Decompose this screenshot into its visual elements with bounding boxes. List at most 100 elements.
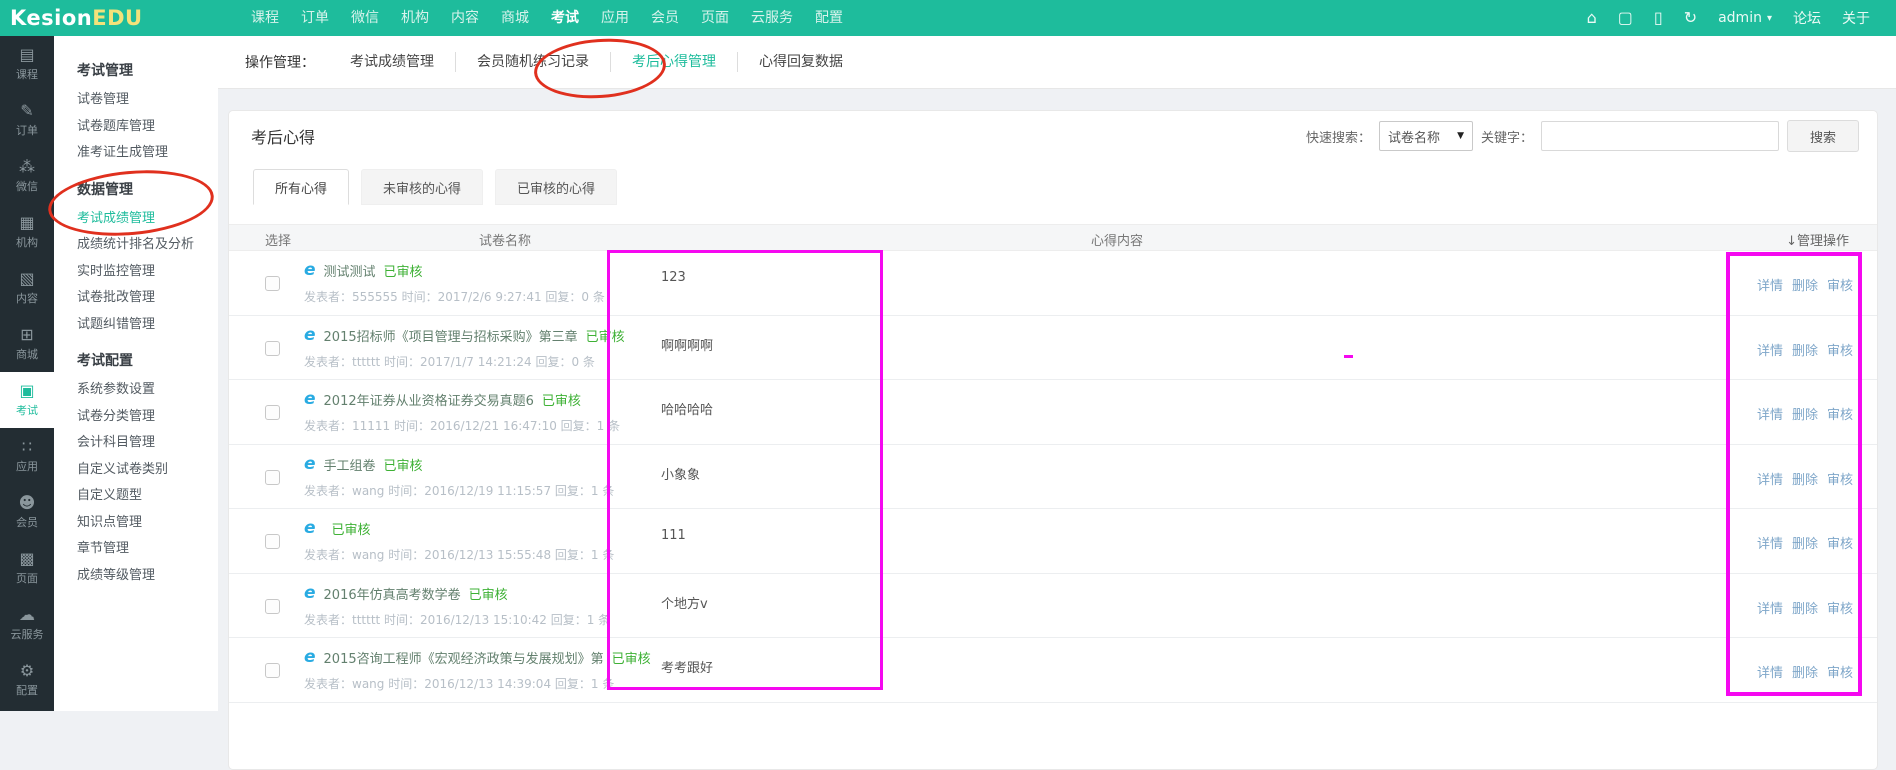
sidebar-item-courses[interactable]: ▤课程 [0, 36, 54, 92]
app-logo[interactable]: KesionEDU [10, 6, 143, 30]
tab-all-thoughts[interactable]: 所有心得 [253, 169, 349, 205]
row-checkbox[interactable] [265, 470, 280, 485]
audit-link[interactable]: 审核 [1827, 598, 1853, 617]
submenu-item-paper-category[interactable]: 试卷分类管理 [77, 404, 210, 431]
submenu-item-score-mgmt[interactable]: 考试成绩管理 [77, 206, 210, 233]
submenu-item-accounting-subject[interactable]: 会计科目管理 [77, 430, 210, 457]
share-nodes-icon: ⁂ [19, 159, 35, 175]
sidebar-item-cloud[interactable]: ☁云服务 [0, 596, 54, 652]
submenu-item-custom-question-type[interactable]: 自定义题型 [77, 483, 210, 510]
delete-link[interactable]: 删除 [1792, 404, 1818, 423]
optab-reply-data[interactable]: 心得回复数据 [737, 52, 864, 72]
optab-post-exam-thoughts[interactable]: 考后心得管理 [610, 52, 737, 72]
submenu-item-paper-grading[interactable]: 试卷批改管理 [77, 285, 210, 312]
paper-title-link[interactable]: 2012年证券从业资格证券交易真题6 [324, 390, 534, 409]
optab-random-practice[interactable]: 会员随机练习记录 [455, 52, 610, 72]
row-checkbox[interactable] [265, 534, 280, 549]
document-stack-icon: ▧ [19, 271, 34, 287]
row-checkbox[interactable] [265, 599, 280, 614]
icon-sidebar: ▤课程 ✎订单 ⁂微信 ▦机构 ▧内容 ⊞商城 ▣考试 ∷应用 ☻会员 ▩页面 … [0, 36, 54, 711]
delete-link[interactable]: 删除 [1792, 598, 1818, 617]
search-field-select[interactable]: 试卷名称 ▼ [1379, 121, 1473, 151]
delete-link[interactable]: 删除 [1792, 662, 1818, 681]
tab-unaudited-thoughts[interactable]: 未审核的心得 [361, 169, 483, 205]
about-link[interactable]: 关于 [1842, 8, 1870, 28]
sidebar-item-config[interactable]: ⚙配置 [0, 652, 54, 708]
topmenu-content[interactable]: 内容 [440, 0, 490, 36]
forum-link[interactable]: 论坛 [1793, 8, 1821, 28]
sidebar-item-content[interactable]: ▧内容 [0, 260, 54, 316]
sidebar-item-wechat[interactable]: ⁂微信 [0, 148, 54, 204]
submenu-item-score-stats[interactable]: 成绩统计排名及分析 [77, 232, 210, 259]
delete-link[interactable]: 删除 [1792, 533, 1818, 552]
topmenu-orders[interactable]: 订单 [290, 0, 340, 36]
topmenu-apps[interactable]: 应用 [590, 0, 640, 36]
delete-link[interactable]: 删除 [1792, 275, 1818, 294]
submenu-item-error-correction[interactable]: 试题纠错管理 [77, 312, 210, 339]
submenu-item-paper-mgmt[interactable]: 试卷管理 [77, 87, 210, 114]
row-checkbox[interactable] [265, 663, 280, 678]
paper-title-link[interactable]: 测试测试 [324, 261, 376, 280]
detail-link[interactable]: 详情 [1757, 598, 1783, 617]
topmenu-organization[interactable]: 机构 [390, 0, 440, 36]
audit-link[interactable]: 审核 [1827, 469, 1853, 488]
audit-link[interactable]: 审核 [1827, 275, 1853, 294]
row-meta: 发表者：wang 时间：2016/12/13 15:55:48 回复：1 条 [304, 546, 614, 563]
col-actions-sort[interactable]: ↓管理操作 [1786, 230, 1849, 249]
topmenu-courses[interactable]: 课程 [240, 0, 290, 36]
home-icon[interactable]: ⌂ [1587, 10, 1597, 26]
detail-link[interactable]: 详情 [1757, 662, 1783, 681]
audit-link[interactable]: 审核 [1827, 340, 1853, 359]
audit-link[interactable]: 审核 [1827, 533, 1853, 552]
audited-badge: 已审核 [332, 519, 371, 538]
submenu-item-system-params[interactable]: 系统参数设置 [77, 377, 210, 404]
audit-link[interactable]: 审核 [1827, 662, 1853, 681]
submenu-item-question-bank[interactable]: 试卷题库管理 [77, 114, 210, 141]
detail-link[interactable]: 详情 [1757, 340, 1783, 359]
paper-title-link[interactable]: 2016年仿真高考数学卷 [324, 584, 461, 603]
detail-link[interactable]: 详情 [1757, 533, 1783, 552]
paper-title-link[interactable]: 2015招标师《项目管理与招标采购》第三章 [324, 326, 578, 345]
submenu-item-grade-levels[interactable]: 成绩等级管理 [77, 563, 210, 590]
detail-link[interactable]: 详情 [1757, 469, 1783, 488]
desktop-icon[interactable]: ▢ [1618, 10, 1633, 26]
topmenu-exam[interactable]: 考试 [540, 0, 590, 36]
sidebar-item-exam[interactable]: ▣考试 [0, 372, 54, 428]
delete-link[interactable]: 删除 [1792, 469, 1818, 488]
topmenu-members[interactable]: 会员 [640, 0, 690, 36]
table-header: 选择 试卷名称 心得内容 ↓管理操作 [229, 224, 1877, 251]
topmenu-mall[interactable]: 商城 [490, 0, 540, 36]
mobile-icon[interactable]: ▯ [1654, 10, 1663, 26]
topmenu-config[interactable]: 配置 [804, 0, 854, 36]
row-checkbox[interactable] [265, 405, 280, 420]
submenu-item-admission-ticket[interactable]: 准考证生成管理 [77, 140, 210, 167]
delete-link[interactable]: 删除 [1792, 340, 1818, 359]
audit-link[interactable]: 审核 [1827, 404, 1853, 423]
keyword-input[interactable] [1541, 121, 1779, 151]
tab-audited-thoughts[interactable]: 已审核的心得 [495, 169, 617, 205]
paper-title-link[interactable]: 2015咨询工程师《宏观经济政策与发展规划》第 [324, 648, 604, 667]
optab-score-mgmt[interactable]: 考试成绩管理 [329, 52, 455, 72]
submenu-item-realtime-monitor[interactable]: 实时监控管理 [77, 259, 210, 286]
search-button[interactable]: 搜索 [1787, 120, 1859, 152]
sidebar-item-pages[interactable]: ▩页面 [0, 540, 54, 596]
detail-link[interactable]: 详情 [1757, 275, 1783, 294]
topmenu-wechat[interactable]: 微信 [340, 0, 390, 36]
user-menu[interactable]: admin ▾ [1718, 10, 1772, 26]
submenu-item-custom-paper-type[interactable]: 自定义试卷类别 [77, 457, 210, 484]
topmenu-pages[interactable]: 页面 [690, 0, 740, 36]
sidebar-item-mall[interactable]: ⊞商城 [0, 316, 54, 372]
paper-title-link[interactable]: 手工组卷 [324, 455, 376, 474]
submenu-item-knowledge-points[interactable]: 知识点管理 [77, 510, 210, 537]
submenu-item-chapter-mgmt[interactable]: 章节管理 [77, 536, 210, 563]
sidebar-item-apps[interactable]: ∷应用 [0, 428, 54, 484]
topmenu-cloud[interactable]: 云服务 [740, 0, 804, 36]
sidebar-item-members[interactable]: ☻会员 [0, 484, 54, 540]
pages-icon: ▩ [19, 551, 34, 567]
row-checkbox[interactable] [265, 341, 280, 356]
row-checkbox[interactable] [265, 276, 280, 291]
refresh-icon[interactable]: ↻ [1684, 10, 1697, 26]
detail-link[interactable]: 详情 [1757, 404, 1783, 423]
sidebar-item-orders[interactable]: ✎订单 [0, 92, 54, 148]
sidebar-item-organization[interactable]: ▦机构 [0, 204, 54, 260]
